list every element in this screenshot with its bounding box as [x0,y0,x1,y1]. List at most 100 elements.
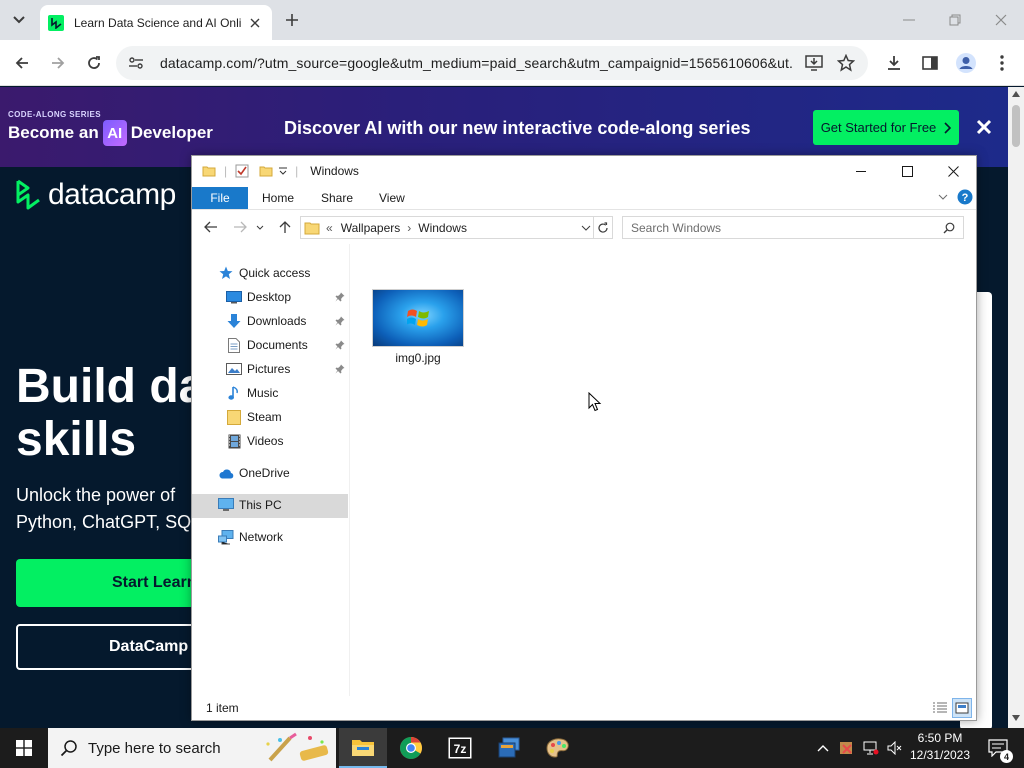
start-learning-button[interactable]: Start Learn [16,559,206,607]
image-thumbnail[interactable] [372,289,464,347]
taskbar-file-explorer[interactable] [339,728,387,768]
explorer-close-icon[interactable] [930,156,976,186]
file-explorer-window: | | Windows File Home Share View ? « Wal… [191,155,977,721]
scroll-up-icon[interactable] [1012,91,1020,97]
properties-checkmark-icon[interactable] [235,164,249,178]
browser-menu-icon[interactable] [990,51,1014,75]
nav-pictures[interactable]: Pictures [226,357,290,381]
nav-this-pc[interactable]: This PC [218,493,282,517]
volume-muted-icon[interactable] [884,728,906,768]
browser-tab-datacamp[interactable]: Learn Data Science and AI Onli [40,5,272,40]
browser-toolbar: datacamp.com/?utm_source=google&utm_medi… [0,40,1024,86]
side-panel-icon[interactable] [918,51,942,75]
address-bar[interactable]: datacamp.com/?utm_source=google&utm_medi… [116,46,868,80]
nav-downloads[interactable]: Downloads [226,309,306,333]
explorer-address-bar[interactable]: « Wallpapers › Windows [300,216,610,239]
tab-search-button[interactable] [6,8,32,32]
taskbar-7zip[interactable]: 7z [436,728,484,768]
nav-network[interactable]: Network [218,525,283,549]
taskbar-search-box[interactable]: Type here to search [48,728,336,768]
breadcrumb-separator[interactable]: › [407,221,411,235]
notification-center-button[interactable]: 4 [978,728,1018,768]
nav-documents[interactable]: Documents [226,333,308,357]
browser-close-icon[interactable] [989,8,1013,32]
install-app-icon[interactable] [802,51,826,75]
star-icon [218,265,234,281]
up-one-level-icon[interactable] [275,217,295,237]
reload-icon[interactable] [82,51,106,75]
forward-arrow-icon[interactable] [46,51,70,75]
page-scrollbar[interactable] [1008,87,1024,728]
datacamp-secondary-button[interactable]: DataCamp [16,624,206,670]
explorer-titlebar[interactable]: | | Windows [192,156,976,186]
breadcrumb-wallpapers[interactable]: Wallpapers [341,221,401,235]
nav-label: Steam [247,410,282,424]
explorer-content-pane[interactable]: img0.jpg [350,244,976,696]
profile-avatar-icon[interactable] [954,51,978,75]
promo-become-text: Become an [8,123,99,142]
ribbon-tab-file[interactable]: File [192,187,248,209]
address-dropdown-icon[interactable] [581,225,591,231]
new-folder-icon[interactable] [259,164,273,178]
explorer-forward-icon[interactable] [230,217,250,237]
nav-videos[interactable]: Videos [226,429,283,453]
hero-sub-line2: Python, ChatGPT, SQ [16,512,192,532]
browser-restore-icon[interactable] [943,8,967,32]
promo-close-icon[interactable] [972,115,996,139]
stacked-windows-icon [498,737,520,758]
bookmark-star-icon[interactable] [834,51,858,75]
nav-label: Desktop [247,290,292,304]
address-overflow-chevron[interactable]: « [326,221,333,235]
new-tab-plus-icon[interactable] [282,10,302,30]
start-button[interactable] [0,728,48,768]
pin-icon[interactable] [334,339,346,351]
promo-get-started-button[interactable]: Get Started for Free [813,110,959,145]
scroll-down-icon[interactable] [1012,715,1020,721]
site-settings-icon[interactable] [126,53,146,73]
nav-desktop[interactable]: Desktop [226,285,291,309]
taskbar-chrome[interactable] [387,728,435,768]
downloads-arrow-icon [226,313,242,329]
tab-close-icon[interactable] [246,14,264,32]
explorer-maximize-icon[interactable] [884,156,930,186]
nav-steam[interactable]: Steam [226,405,282,429]
explorer-refresh-icon[interactable] [593,216,613,239]
taskbar-search-placeholder: Type here to search [88,739,221,757]
nav-music[interactable]: Music [226,381,278,405]
help-icon[interactable]: ? [957,189,973,205]
datacamp-logo[interactable]: datacamp [14,178,176,212]
explorer-search-input[interactable]: Search Windows [622,216,964,239]
pin-icon[interactable] [334,291,346,303]
browser-minimize-icon[interactable] [897,8,921,32]
scrollbar-thumb[interactable] [1012,105,1020,147]
large-icons-view-icon[interactable] [952,698,972,718]
ribbon-tab-home[interactable]: Home [262,187,294,209]
breadcrumb-windows[interactable]: Windows [418,221,467,235]
nav-label: Downloads [247,314,307,328]
pin-icon[interactable] [334,363,346,375]
pin-icon[interactable] [334,315,346,327]
nav-onedrive[interactable]: OneDrive [218,461,290,485]
file-item[interactable]: img0.jpg [372,289,464,365]
desktop-icon [226,289,242,305]
back-arrow-icon[interactable] [10,51,34,75]
taskbar-paint[interactable] [534,728,582,768]
show-hidden-icons-chevron[interactable] [812,728,834,768]
network-status-icon[interactable] [860,728,882,768]
downloads-icon[interactable] [882,51,906,75]
nav-quick-access[interactable]: Quick access [218,261,310,285]
ribbon-tab-share[interactable]: Share [321,187,353,209]
tray-app-icon[interactable] [836,728,858,768]
nav-label: Videos [247,434,284,448]
taskbar-clock[interactable]: 6:50 PM 12/31/2023 [908,730,972,766]
recent-locations-icon[interactable] [254,217,266,237]
ribbon-tab-view[interactable]: View [379,187,405,209]
details-view-icon[interactable] [930,698,950,718]
qat-dropdown-icon[interactable] [279,167,288,175]
taskbar-app-blue[interactable] [485,728,533,768]
explorer-back-icon[interactable] [201,217,221,237]
ribbon-expand-chevron-icon[interactable] [938,194,948,200]
notification-count-badge: 4 [1000,750,1013,763]
promo-become-line: Become an AI Developer [8,120,213,146]
explorer-minimize-icon[interactable] [838,156,884,186]
